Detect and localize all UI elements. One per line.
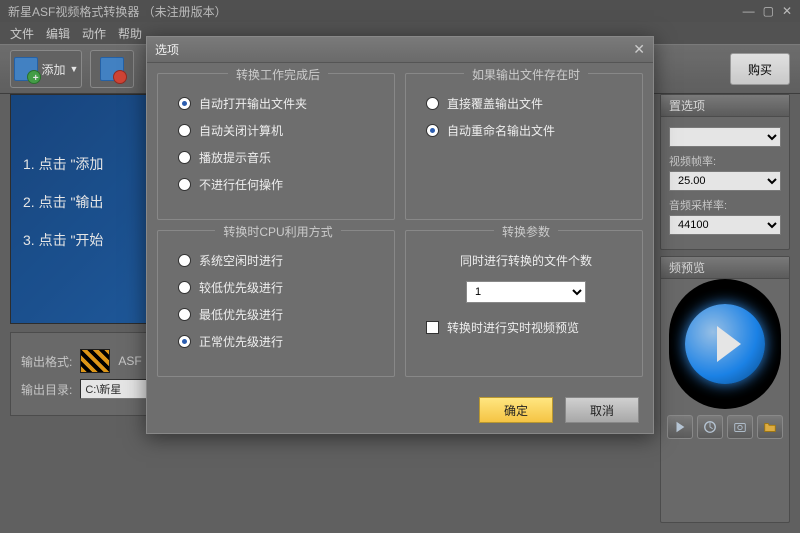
ok-button[interactable]: 确定	[479, 397, 553, 423]
radio-play-sound[interactable]: 播放提示音乐	[178, 149, 378, 166]
radio-icon	[178, 308, 191, 321]
radio-icon	[178, 254, 191, 267]
checkbox-icon	[426, 321, 439, 334]
radio-icon	[178, 335, 191, 348]
radio-open-folder[interactable]: 自动打开输出文件夹	[178, 95, 378, 112]
radio-icon	[178, 124, 191, 137]
file-exists-title: 如果输出文件存在时	[464, 66, 588, 83]
radio-lowest[interactable]: 最低优先级进行	[178, 306, 378, 323]
convert-params-group: 转换参数 同时进行转换的文件个数 1 转换时进行实时视频预览	[405, 230, 643, 377]
after-convert-group: 转换工作完成后 自动打开输出文件夹 自动关闭计算机 播放提示音乐 不进行任何操作	[157, 73, 395, 220]
dialog-close-icon[interactable]: ✕	[633, 41, 645, 58]
radio-rename[interactable]: 自动重命名输出文件	[426, 122, 626, 139]
file-exists-group: 如果输出文件存在时 直接覆盖输出文件 自动重命名输出文件	[405, 73, 643, 220]
cpu-priority-title: 转换时CPU利用方式	[215, 223, 340, 240]
convert-params-title: 转换参数	[494, 223, 558, 240]
radio-low[interactable]: 较低优先级进行	[178, 279, 378, 296]
radio-idle[interactable]: 系统空闲时进行	[178, 252, 378, 269]
radio-icon	[178, 281, 191, 294]
cancel-button[interactable]: 取消	[565, 397, 639, 423]
radio-icon	[178, 97, 191, 110]
realtime-preview-checkbox[interactable]: 转换时进行实时视频预览	[426, 319, 626, 336]
radio-icon	[426, 124, 439, 137]
radio-do-nothing[interactable]: 不进行任何操作	[178, 176, 378, 193]
concurrent-label: 同时进行转换的文件个数	[426, 252, 626, 269]
radio-icon	[426, 97, 439, 110]
radio-shutdown[interactable]: 自动关闭计算机	[178, 122, 378, 139]
cpu-priority-group: 转换时CPU利用方式 系统空闲时进行 较低优先级进行 最低优先级进行 正常优先级…	[157, 230, 395, 377]
radio-overwrite[interactable]: 直接覆盖输出文件	[426, 95, 626, 112]
concurrent-select[interactable]: 1	[466, 281, 586, 303]
radio-icon	[178, 151, 191, 164]
options-dialog: 选项 ✕ 转换工作完成后 自动打开输出文件夹 自动关闭计算机 播放提示音乐 不进…	[146, 36, 654, 434]
radio-icon	[178, 178, 191, 191]
dialog-title: 选项	[155, 41, 179, 58]
after-convert-title: 转换工作完成后	[228, 66, 328, 83]
radio-normal[interactable]: 正常优先级进行	[178, 333, 378, 350]
